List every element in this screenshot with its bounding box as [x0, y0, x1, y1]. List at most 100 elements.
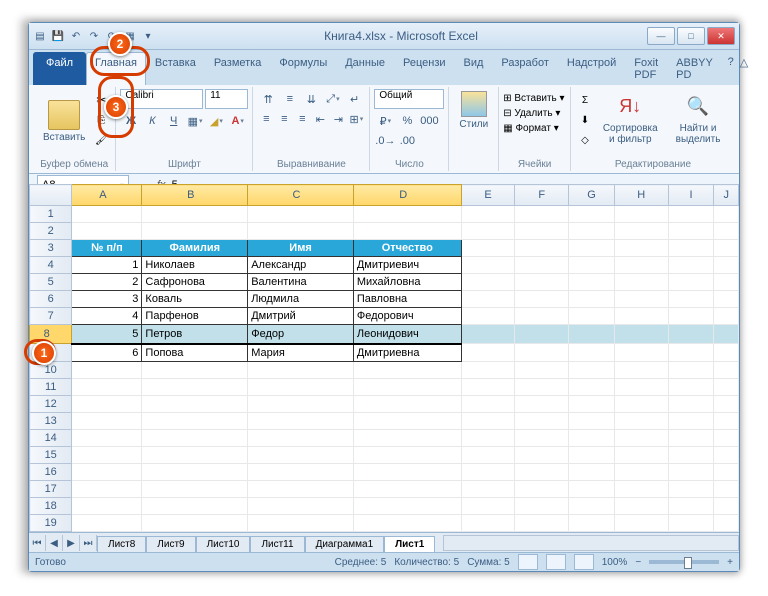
- cell[interactable]: [515, 361, 569, 378]
- sheet-tab-Лист1[interactable]: Лист1: [384, 536, 435, 552]
- cell[interactable]: [248, 395, 354, 412]
- cell[interactable]: [714, 378, 739, 395]
- cell[interactable]: [515, 497, 569, 514]
- maximize-button[interactable]: □: [677, 27, 705, 45]
- cell[interactable]: Дмитрий: [248, 308, 354, 325]
- cell[interactable]: Леонидович: [353, 325, 461, 344]
- cell[interactable]: [714, 514, 739, 531]
- cell[interactable]: [353, 429, 461, 446]
- cell[interactable]: [714, 429, 739, 446]
- cell[interactable]: [569, 463, 615, 480]
- comma-button[interactable]: 000: [418, 111, 440, 131]
- cell[interactable]: [714, 395, 739, 412]
- cell[interactable]: [142, 429, 248, 446]
- zoom-slider[interactable]: [649, 560, 719, 564]
- horizontal-scrollbar[interactable]: [443, 535, 739, 551]
- cell[interactable]: [248, 463, 354, 480]
- cell[interactable]: [248, 412, 354, 429]
- cell[interactable]: [668, 480, 714, 497]
- cell[interactable]: [353, 514, 461, 531]
- cell[interactable]: [569, 514, 615, 531]
- cell[interactable]: [461, 412, 515, 429]
- cell[interactable]: [614, 223, 668, 240]
- cell[interactable]: [515, 206, 569, 223]
- cell[interactable]: [668, 395, 714, 412]
- cell[interactable]: [461, 274, 515, 291]
- cell[interactable]: [142, 378, 248, 395]
- cell[interactable]: [668, 308, 714, 325]
- align-bottom-button[interactable]: ⇊: [301, 89, 323, 109]
- sheet-tab-Лист9[interactable]: Лист9: [146, 536, 195, 552]
- cell[interactable]: [515, 325, 569, 344]
- qat-dropdown-icon[interactable]: ▾: [141, 29, 155, 43]
- cell[interactable]: [461, 378, 515, 395]
- cell[interactable]: [72, 361, 142, 378]
- decrease-decimal-button[interactable]: .00: [396, 131, 418, 151]
- cell[interactable]: [614, 463, 668, 480]
- cell[interactable]: [72, 206, 142, 223]
- cell[interactable]: [72, 463, 142, 480]
- row-header-8[interactable]: 8: [30, 325, 72, 344]
- minimize-ribbon-icon[interactable]: △: [740, 56, 748, 81]
- cell[interactable]: [515, 274, 569, 291]
- cell[interactable]: [569, 325, 615, 344]
- cell[interactable]: [569, 240, 615, 257]
- cell[interactable]: [461, 206, 515, 223]
- cell[interactable]: [614, 378, 668, 395]
- cell[interactable]: Михайловна: [353, 274, 461, 291]
- row-header-19[interactable]: 19: [30, 514, 72, 531]
- tab-abbyy[interactable]: ABBYY PD: [667, 52, 722, 85]
- styles-button[interactable]: Стили: [453, 89, 494, 132]
- cell[interactable]: [569, 497, 615, 514]
- row-header-6[interactable]: 6: [30, 291, 72, 308]
- cell[interactable]: [461, 223, 515, 240]
- cell[interactable]: [668, 325, 714, 344]
- cell[interactable]: [353, 463, 461, 480]
- find-select-button[interactable]: 🔍 Найти и выделить: [665, 89, 731, 153]
- cell[interactable]: 6: [72, 344, 142, 362]
- cell[interactable]: Павловна: [353, 291, 461, 308]
- cell[interactable]: [569, 361, 615, 378]
- cell[interactable]: [668, 429, 714, 446]
- cell[interactable]: [714, 240, 739, 257]
- cell[interactable]: [569, 429, 615, 446]
- cell[interactable]: [515, 223, 569, 240]
- cell[interactable]: [668, 240, 714, 257]
- cell[interactable]: [668, 412, 714, 429]
- col-header-E[interactable]: E: [461, 185, 515, 206]
- cell[interactable]: [515, 378, 569, 395]
- cell[interactable]: Парфенов: [142, 308, 248, 325]
- cell[interactable]: [614, 257, 668, 274]
- table-header-first[interactable]: Имя: [248, 240, 354, 257]
- cells-insert-button[interactable]: ⊞ Вставить ▾: [503, 91, 566, 106]
- italic-button[interactable]: К: [142, 111, 163, 131]
- tab-nav-first[interactable]: ⏮: [29, 535, 46, 551]
- cell[interactable]: [461, 514, 515, 531]
- row-header-1[interactable]: 1: [30, 206, 72, 223]
- cell[interactable]: [668, 223, 714, 240]
- tab-data[interactable]: Данные: [336, 52, 394, 85]
- cell[interactable]: [668, 378, 714, 395]
- cell[interactable]: [142, 412, 248, 429]
- cell[interactable]: [353, 206, 461, 223]
- currency-button[interactable]: ₽: [374, 111, 396, 131]
- redo-icon[interactable]: ↷: [87, 29, 101, 43]
- tab-addins[interactable]: Надстрой: [558, 52, 625, 85]
- cell[interactable]: [353, 395, 461, 412]
- cell[interactable]: [142, 223, 248, 240]
- font-selector[interactable]: Calibri: [120, 89, 203, 109]
- tab-nav-prev[interactable]: ◀: [46, 535, 63, 551]
- cell[interactable]: [461, 446, 515, 463]
- cell[interactable]: [248, 446, 354, 463]
- cell[interactable]: Александр: [248, 257, 354, 274]
- cell[interactable]: [72, 223, 142, 240]
- cell[interactable]: [248, 361, 354, 378]
- align-top-button[interactable]: ⇈: [257, 89, 279, 109]
- row-header-10[interactable]: 10: [30, 361, 72, 378]
- zoom-out-button[interactable]: −: [635, 557, 641, 568]
- row-header-2[interactable]: 2: [30, 223, 72, 240]
- cell[interactable]: [569, 344, 615, 362]
- cell[interactable]: [515, 240, 569, 257]
- cell[interactable]: [569, 308, 615, 325]
- cell[interactable]: 5: [72, 325, 142, 344]
